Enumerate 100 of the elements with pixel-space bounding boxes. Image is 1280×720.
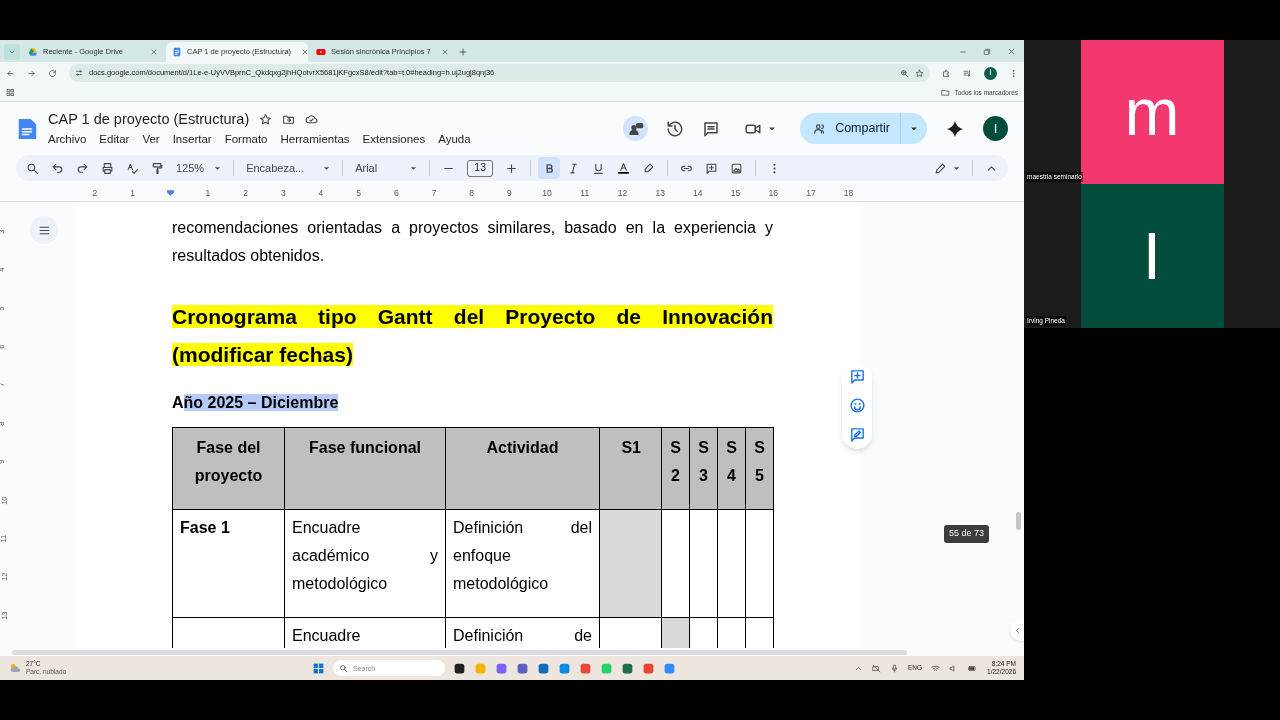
table-cell-text: Fase 1 (180, 519, 230, 536)
font-dropdown[interactable]: Arial (355, 159, 418, 177)
media-queue-icon[interactable] (963, 68, 972, 78)
close-icon[interactable] (440, 48, 449, 56)
column-header: S 5 (745, 427, 774, 510)
ruler-number: 14 (693, 186, 703, 200)
paint-format-icon[interactable] (151, 161, 164, 175)
table-cell-text: Definición del enfoque metodológico (453, 519, 592, 592)
camera-off-icon[interactable] (872, 663, 881, 673)
history-icon[interactable] (666, 119, 685, 138)
close-icon[interactable] (1007, 47, 1016, 56)
document-icon (172, 47, 182, 57)
section-heading: Cronograma tipo Gantt del Proyecto de Innovación (modificar fechas) (172, 304, 773, 368)
highlighter-icon[interactable] (642, 161, 656, 175)
column-header: S 4 (717, 427, 746, 510)
side-panel-toggle[interactable] (1010, 619, 1024, 641)
add-comment-icon[interactable] (705, 161, 719, 175)
menu-item[interactable]: Extensiones (362, 131, 426, 149)
add-comment-icon[interactable] (848, 368, 866, 385)
caret-icon (953, 164, 960, 172)
triangle-icon (28, 47, 38, 57)
person-chat-icon (627, 120, 644, 137)
more-icon[interactable] (1009, 68, 1018, 78)
column-header: S 2 (661, 427, 690, 510)
font-size-field[interactable]: 13 (467, 159, 494, 177)
text-color-icon[interactable] (617, 161, 631, 175)
star-icon[interactable] (259, 112, 273, 126)
comment-icon[interactable] (702, 119, 721, 138)
image-icon[interactable] (730, 161, 744, 175)
ruler-number: 9 (507, 186, 512, 200)
tune-icon (75, 69, 83, 77)
account-avatar[interactable]: I (983, 116, 1008, 141)
ruler-number: 18 (843, 186, 854, 200)
menu-item[interactable]: Editar (99, 131, 130, 149)
scrollbar-thumb[interactable] (1016, 512, 1021, 530)
play-icon (316, 47, 326, 57)
undo-icon[interactable] (51, 161, 64, 175)
menu-item[interactable]: Herramientas (280, 131, 350, 149)
microphone-icon[interactable] (890, 663, 899, 673)
ruler-number: 17 (806, 186, 816, 200)
ruler-number: 13 (655, 186, 665, 200)
puzzle-icon[interactable] (942, 68, 951, 78)
menu-item[interactable]: Formato (224, 131, 268, 149)
pencil-icon (934, 161, 947, 175)
style-dropdown[interactable]: Encabeza... (246, 159, 331, 177)
ruler-number: 2 (243, 186, 248, 200)
ruler-number: 16 (768, 186, 778, 200)
subheading: Año 2025 – Diciembre (172, 394, 339, 411)
ruler-number: 4 (318, 186, 324, 200)
zoom-dropdown[interactable]: 125% (176, 159, 222, 177)
spellcheck-icon[interactable] (126, 161, 139, 175)
editing-mode-button[interactable] (934, 161, 960, 175)
table-cell-text: Encuadre académico y metodológico (292, 519, 438, 592)
apps-grid-icon[interactable] (6, 88, 15, 97)
underline-icon[interactable] (592, 161, 606, 175)
wifi-icon[interactable] (931, 663, 941, 673)
zoom-in-icon[interactable] (900, 68, 909, 78)
cloud-check-icon[interactable] (305, 112, 319, 126)
collaborators-button[interactable] (623, 116, 649, 141)
menu-item[interactable]: Archivo (48, 131, 87, 149)
print-icon[interactable] (101, 161, 114, 175)
redo-icon[interactable] (76, 161, 89, 175)
back-icon[interactable] (6, 68, 15, 78)
body-paragraph: recomendaciones orientadas a proyectos similares, basado en la experiencia y resultados obtenidos. (172, 218, 773, 266)
suggest-edit-icon[interactable] (848, 426, 866, 443)
outline-button[interactable] (30, 216, 58, 244)
column-header: Fase del proyecto (172, 427, 285, 510)
emoji-icon[interactable] (848, 397, 866, 414)
reload-icon[interactable] (48, 68, 57, 78)
ruler-number: 11 (580, 186, 590, 200)
caret-icon (214, 164, 222, 172)
participant-avatar: I (1080, 184, 1224, 328)
bold-button[interactable] (538, 157, 561, 179)
close-icon[interactable] (301, 48, 310, 56)
profile-avatar[interactable]: I (984, 66, 997, 80)
close-icon[interactable] (150, 48, 158, 56)
menu-item[interactable]: Insertar (172, 131, 212, 149)
table-cell-text: Encuadre (292, 627, 361, 644)
menu-item[interactable]: Ver (142, 131, 160, 149)
plus-icon[interactable] (505, 161, 519, 175)
forward-icon[interactable] (27, 68, 36, 78)
ruler-number: 3 (280, 186, 286, 200)
restore-icon[interactable] (983, 47, 991, 56)
ruler-number: 1 (205, 186, 211, 200)
ruler-number: 8 (469, 186, 475, 200)
ruler-number: 2 (92, 186, 98, 200)
page-counter: 55 de 73 (944, 525, 990, 543)
document-title[interactable]: CAP 1 de proyecto (Estructura) (48, 108, 250, 131)
ruler-number: 12 (617, 186, 628, 200)
indent-marker-icon[interactable] (164, 188, 176, 198)
menu-item[interactable]: Ayuda (438, 131, 471, 149)
star-icon[interactable] (915, 68, 924, 78)
battery-icon[interactable] (967, 663, 979, 673)
start-icon[interactable] (312, 661, 325, 675)
cloud-sun-icon (8, 661, 22, 675)
column-header: Actividad (445, 427, 600, 510)
search-icon[interactable] (26, 161, 39, 175)
caret-icon (910, 124, 918, 133)
ruler-number: 1 (130, 186, 135, 200)
ruler-number: 10 (542, 186, 552, 200)
